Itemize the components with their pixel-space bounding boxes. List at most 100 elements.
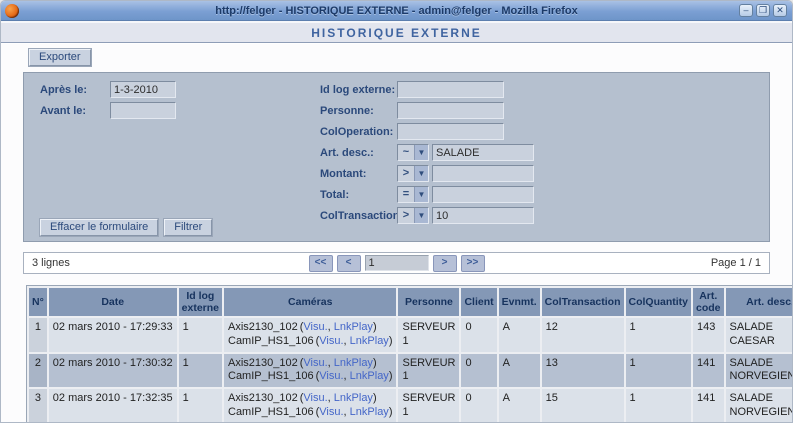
cell-evnmt: A (498, 389, 540, 422)
close-button[interactable]: ✕ (773, 4, 787, 17)
row-count-label: 3 lignes (32, 257, 70, 269)
cell-art-desc: SALADE NORVEGIENNE (725, 353, 792, 388)
table-row: 1 02 mars 2010 - 17:29:33 1 Axis2130_102… (29, 318, 792, 352)
page-number-input[interactable] (364, 255, 429, 271)
cell-num: 2 (29, 353, 47, 388)
coloperation-label: ColOperation: (320, 126, 394, 138)
camera-name: Axis2130_102 (228, 356, 298, 369)
camera-name: CamIP_HS1_106 (228, 405, 314, 418)
coltransaction-operator-select[interactable]: > ▼ (397, 207, 429, 224)
after-date-input[interactable] (110, 81, 176, 98)
chevron-down-icon: ▼ (414, 145, 428, 160)
visu-link[interactable]: Visu. (303, 321, 327, 333)
cell-art-desc: SALADE CAESAR (725, 318, 792, 352)
before-date-label: Avant le: (40, 105, 87, 117)
personne-input[interactable] (397, 102, 504, 119)
window-titlebar[interactable]: http://felger - HISTORIQUE EXTERNE - adm… (1, 1, 792, 21)
col-header-colquantity: ColQuantity (625, 288, 692, 317)
chevron-down-icon: ▼ (414, 187, 428, 202)
col-header-personne: Personne (398, 288, 460, 317)
art-desc-label: Art. desc.: (320, 147, 374, 159)
table-header-row: N° Date Id log externe Caméras Personne … (29, 288, 792, 317)
page-title: HISTORIQUE EXTERNE (311, 26, 482, 40)
art-desc-operator-select[interactable]: ~ ▼ (397, 144, 429, 161)
visu-link[interactable]: Visu. (303, 392, 327, 404)
visu-link[interactable]: Visu. (319, 370, 343, 382)
cell-evnmt: A (498, 318, 540, 352)
cell-coltransaction: 15 (541, 389, 624, 422)
close-paren: ) (372, 356, 377, 369)
coloperation-input[interactable] (397, 123, 504, 140)
clear-form-button[interactable]: Effacer le formulaire (38, 218, 160, 237)
page-indicator: Page 1 / 1 (710, 257, 761, 269)
col-header-client: Client (461, 288, 497, 317)
cell-date: 02 mars 2010 - 17:32:35 (48, 389, 177, 422)
browser-viewport: HISTORIQUE EXTERNE Exporter Après le: Av… (1, 21, 792, 422)
total-label: Total: (320, 189, 350, 201)
cell-art-desc: SALADE NORVEGIENNE (725, 389, 792, 422)
before-date-input[interactable] (110, 102, 176, 119)
page-header: HISTORIQUE EXTERNE (1, 21, 792, 43)
lnkplay-link[interactable]: LnkPlay (350, 335, 389, 347)
lnkplay-link[interactable]: LnkPlay (334, 392, 373, 404)
coltransaction-input[interactable] (432, 207, 534, 224)
montant-operator-value: > (402, 167, 410, 179)
col-header-coltransaction: ColTransaction (541, 288, 624, 317)
cell-personne: SERVEUR 1 (398, 353, 460, 388)
cell-date: 02 mars 2010 - 17:29:33 (48, 318, 177, 352)
col-header-num: N° (29, 288, 47, 317)
cell-id-log: 1 (178, 318, 222, 352)
total-input[interactable] (432, 186, 534, 203)
firefox-icon (5, 3, 19, 18)
cell-evnmt: A (498, 353, 540, 388)
camera-name: CamIP_HS1_106 (228, 370, 314, 383)
visu-link[interactable]: Visu. (303, 357, 327, 369)
visu-link[interactable]: Visu. (319, 335, 343, 347)
next-page-button[interactable]: > (432, 254, 457, 272)
close-paren: ) (388, 405, 393, 418)
lnkplay-link[interactable]: LnkPlay (350, 406, 389, 418)
minimize-button[interactable]: – (739, 4, 753, 17)
table-row: 2 02 mars 2010 - 17:30:32 1 Axis2130_102… (29, 353, 792, 388)
lnkplay-link[interactable]: LnkPlay (350, 370, 389, 382)
first-page-button[interactable]: << (308, 254, 333, 272)
filter-button[interactable]: Filtrer (163, 218, 214, 237)
montant-operator-select[interactable]: > ▼ (397, 165, 429, 182)
cell-personne: SERVEUR 1 (398, 318, 460, 352)
montant-input[interactable] (432, 165, 534, 182)
col-header-cameras: Caméras (224, 288, 397, 317)
last-page-button[interactable]: >> (460, 254, 485, 272)
pager-controls: << < > >> (24, 254, 769, 272)
export-button[interactable]: Exporter (28, 48, 92, 67)
total-operator-select[interactable]: = ▼ (397, 186, 429, 203)
chevron-down-icon: ▼ (414, 208, 428, 223)
cell-client: 0 (461, 389, 497, 422)
maximize-button[interactable]: ❐ (756, 4, 770, 17)
id-log-externe-input[interactable] (397, 81, 504, 98)
page-content: Exporter Après le: Avant le: Id log exte… (1, 43, 792, 422)
cell-colquantity: 1 (625, 353, 692, 388)
prev-page-button[interactable]: < (336, 254, 361, 272)
lnkplay-link[interactable]: LnkPlay (334, 321, 373, 333)
col-header-art-code: Art. code (693, 288, 724, 317)
cell-date: 02 mars 2010 - 17:30:32 (48, 353, 177, 388)
close-paren: ) (388, 334, 393, 347)
visu-link[interactable]: Visu. (319, 406, 343, 418)
art-desc-input[interactable] (432, 144, 534, 161)
after-date-label: Après le: (40, 84, 88, 96)
cell-coltransaction: 12 (541, 318, 624, 352)
col-header-evnmt: Evnmt. (498, 288, 540, 317)
history-table: N° Date Id log externe Caméras Personne … (26, 285, 792, 422)
cell-cameras: Axis2130_102 (Visu., LnkPlay) CamIP_HS1_1… (224, 318, 397, 352)
browser-window: http://felger - HISTORIQUE EXTERNE - adm… (0, 0, 793, 423)
cell-num: 3 (29, 389, 47, 422)
filter-form-panel: Après le: Avant le: Id log externe: Pers… (23, 72, 770, 242)
chevron-down-icon: ▼ (414, 166, 428, 181)
cell-id-log: 1 (178, 389, 222, 422)
cell-client: 0 (461, 318, 497, 352)
camera-name: CamIP_HS1_106 (228, 334, 314, 347)
lnkplay-link[interactable]: LnkPlay (334, 357, 373, 369)
col-header-id-log: Id log externe (178, 288, 222, 317)
cell-client: 0 (461, 353, 497, 388)
window-controls: – ❐ ✕ (739, 4, 787, 17)
